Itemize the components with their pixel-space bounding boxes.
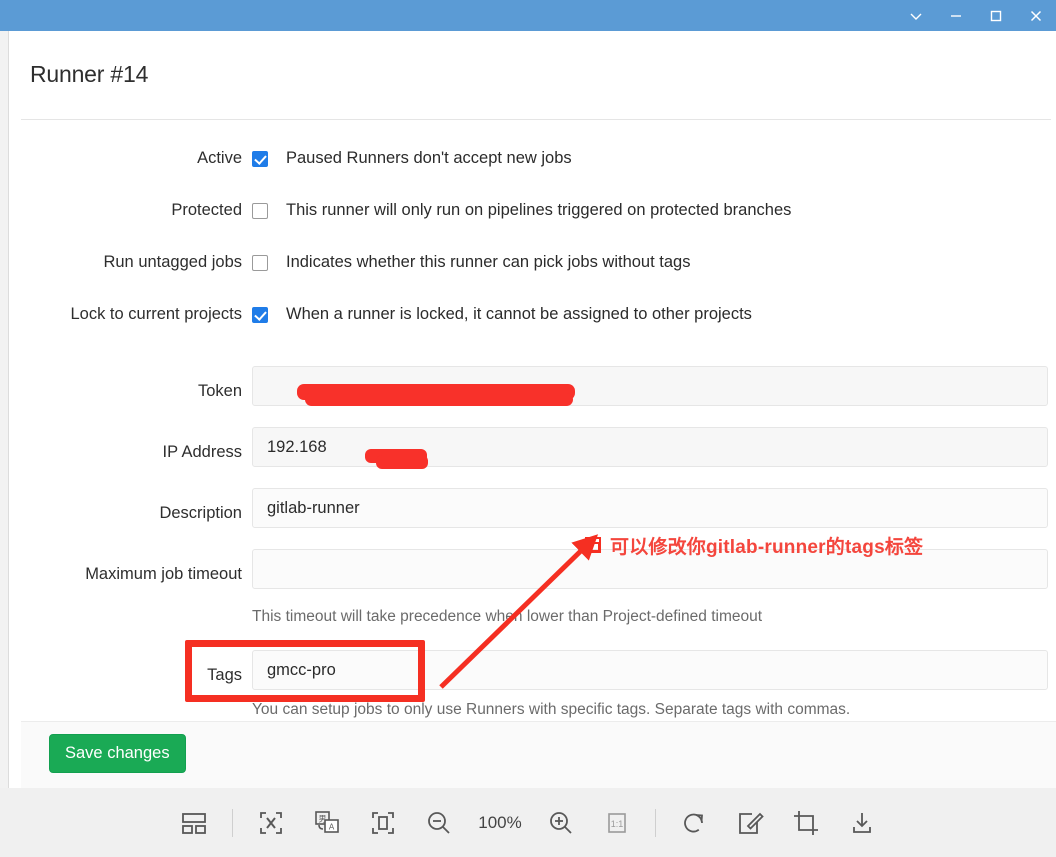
document-page: Runner #14 Active Paused Runners don't a…: [8, 31, 1056, 788]
checkbox-lock-to-current-projects-text: When a runner is locked, it cannot be as…: [286, 305, 752, 323]
minimize-icon[interactable]: [936, 0, 976, 31]
chevron-down-icon[interactable]: [896, 0, 936, 31]
checkbox-active[interactable]: [252, 151, 268, 167]
description-input[interactable]: gitlab-runner: [252, 488, 1048, 528]
save-bar: Save changes: [21, 721, 1056, 788]
translate-icon[interactable]: 男 A: [299, 795, 355, 851]
form-row-lock-to-current-projects: Lock to current projects When a runner i…: [9, 305, 1056, 324]
label-description: Description: [159, 503, 242, 522]
label-maximum-job-timeout: Maximum job timeout: [85, 564, 242, 583]
fit-page-icon[interactable]: [355, 795, 411, 851]
download-icon[interactable]: [834, 795, 890, 851]
label-token: Token: [197, 381, 242, 400]
toolbar-separator-1: [232, 808, 233, 837]
page-header: Runner #14: [21, 43, 1051, 120]
title-bar: [0, 0, 1056, 31]
svg-text:A: A: [329, 822, 335, 831]
form-row-timeout-help: This timeout will take precedence when l…: [9, 608, 1056, 626]
annotate-icon[interactable]: [722, 795, 778, 851]
label-lock-to-current-projects: Lock to current projects: [70, 305, 243, 323]
redaction-ip-2: [376, 455, 428, 469]
timeout-help-text: This timeout will take precedence when l…: [252, 608, 763, 625]
annotation-highlight-rect: [185, 640, 425, 702]
checkbox-run-untagged-jobs[interactable]: [252, 255, 268, 271]
actual-size-icon[interactable]: 1:1: [589, 795, 645, 851]
redaction-token-2: [305, 393, 573, 406]
form-row-ip-address: IP Address 192.168: [9, 427, 1056, 467]
form-row-active: Active Paused Runners don't accept new j…: [9, 149, 1056, 168]
checkbox-lock-to-current-projects[interactable]: [252, 307, 268, 323]
checkbox-run-untagged-jobs-text: Indicates whether this runner can pick j…: [286, 253, 691, 271]
zoom-out-icon[interactable]: [411, 795, 467, 851]
label-protected: Protected: [171, 201, 242, 219]
tags-help-text: You can setup jobs to only use Runners w…: [252, 701, 851, 718]
label-run-untagged-jobs: Run untagged jobs: [103, 253, 242, 271]
form-row-tags: Tags gmcc-pro: [9, 650, 1056, 690]
annotation-marker-icon: [585, 537, 601, 553]
checkbox-protected-text: This runner will only run on pipelines t…: [286, 201, 792, 219]
form-row-protected: Protected This runner will only run on p…: [9, 201, 1056, 220]
label-ip-address: IP Address: [162, 442, 243, 461]
thumbnails-icon[interactable]: [166, 795, 222, 851]
ocr-text-icon[interactable]: [243, 795, 299, 851]
form-row-run-untagged-jobs: Run untagged jobs Indicates whether this…: [9, 253, 1056, 272]
app-window: Runner #14 Active Paused Runners don't a…: [0, 0, 1056, 857]
form-row-tags-help: You can setup jobs to only use Runners w…: [9, 701, 1056, 719]
form-row-description: Description gitlab-runner: [9, 488, 1056, 528]
rotate-icon[interactable]: [666, 795, 722, 851]
crop-icon[interactable]: [778, 795, 834, 851]
save-changes-button[interactable]: Save changes: [49, 734, 186, 773]
checkbox-active-text: Paused Runners don't accept new jobs: [286, 149, 572, 167]
svg-text:1:1: 1:1: [611, 819, 624, 829]
checkbox-protected[interactable]: [252, 203, 268, 219]
page-title: Runner #14: [30, 61, 149, 87]
close-icon[interactable]: [1016, 0, 1056, 31]
viewer-toolbar: 男 A 100% 1:1: [0, 788, 1056, 857]
annotation-note: 可以修改你gitlab-runner的tags标签: [610, 537, 924, 558]
zoom-level-label: 100%: [478, 812, 522, 832]
zoom-in-icon[interactable]: [533, 795, 589, 851]
maximize-icon[interactable]: [976, 0, 1016, 31]
image-viewer: Runner #14 Active Paused Runners don't a…: [0, 31, 1056, 788]
label-active: Active: [197, 149, 242, 167]
toolbar-separator-2: [655, 808, 656, 837]
